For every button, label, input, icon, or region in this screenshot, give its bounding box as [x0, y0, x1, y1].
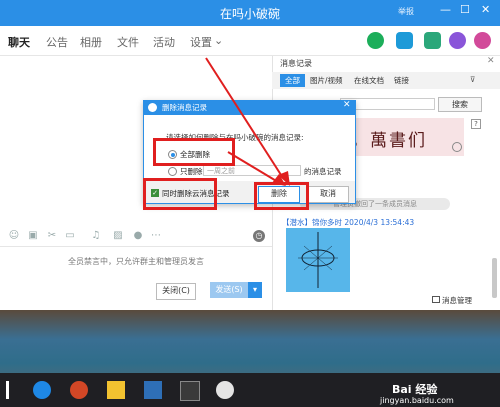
app-icon-1[interactable] — [144, 381, 162, 399]
powerpoint-icon[interactable] — [70, 381, 88, 399]
file-explorer-icon[interactable] — [107, 381, 125, 399]
watermark-url: jingyan.baidu.com — [380, 396, 454, 405]
edge-browser-icon[interactable] — [33, 381, 51, 399]
app-icon-2[interactable] — [180, 381, 200, 401]
taskbar-start-icon[interactable] — [6, 381, 9, 399]
app-icon-3[interactable] — [216, 381, 234, 399]
watermark-brand: Bai 经验 — [392, 383, 438, 396]
